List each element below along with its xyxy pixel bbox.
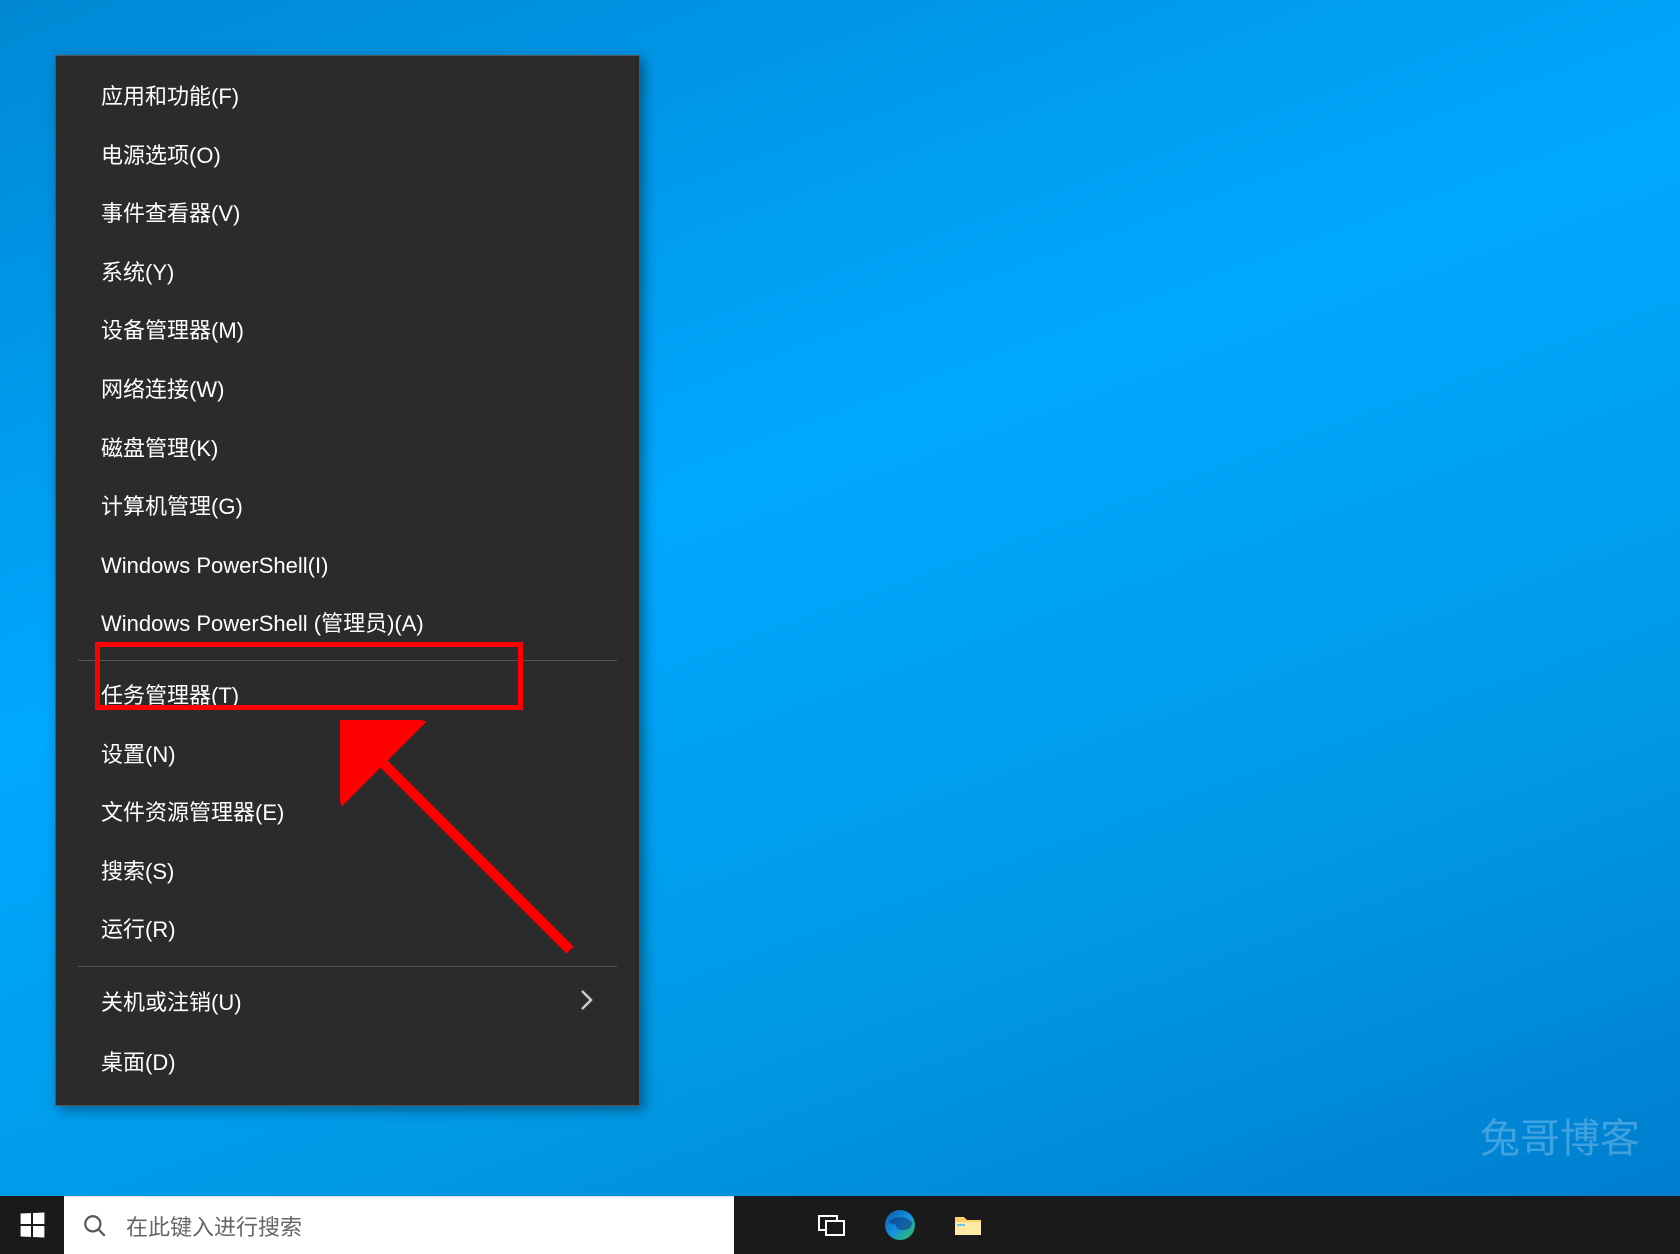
menu-item-label: 设置(N): [101, 741, 176, 770]
menu-item-powershell[interactable]: Windows PowerShell(I): [56, 537, 639, 596]
menu-item-label: 电源选项(O): [101, 142, 221, 171]
menu-item-disk-management[interactable]: 磁盘管理(K): [56, 420, 639, 479]
menu-item-label: 磁盘管理(K): [101, 435, 218, 464]
winx-context-menu: 应用和功能(F) 电源选项(O) 事件查看器(V) 系统(Y) 设备管理器(M)…: [55, 55, 640, 1106]
search-icon: [82, 1213, 108, 1239]
menu-item-label: 事件查看器(V): [101, 200, 240, 229]
menu-item-settings[interactable]: 设置(N): [56, 726, 639, 785]
menu-item-power-options[interactable]: 电源选项(O): [56, 127, 639, 186]
menu-item-label: Windows PowerShell (管理员)(A): [101, 610, 424, 639]
menu-item-label: 计算机管理(G): [101, 493, 243, 522]
menu-item-label: 网络连接(W): [101, 376, 224, 405]
chevron-right-icon: [580, 988, 594, 1019]
menu-item-label: 搜索(S): [101, 858, 174, 887]
edge-browser-button[interactable]: [866, 1196, 934, 1254]
taskbar: 在此键入进行搜索: [0, 1196, 1680, 1254]
menu-item-event-viewer[interactable]: 事件查看器(V): [56, 185, 639, 244]
search-placeholder-text: 在此键入进行搜索: [126, 1210, 302, 1242]
menu-item-run[interactable]: 运行(R): [56, 901, 639, 960]
menu-item-system[interactable]: 系统(Y): [56, 244, 639, 303]
menu-item-shutdown-signout[interactable]: 关机或注销(U): [56, 973, 639, 1034]
menu-item-label: 系统(Y): [101, 259, 174, 288]
taskbar-pinned-icons: [798, 1196, 1002, 1254]
menu-item-search[interactable]: 搜索(S): [56, 843, 639, 902]
menu-item-desktop[interactable]: 桌面(D): [56, 1034, 639, 1093]
menu-item-label: 应用和功能(F): [101, 83, 239, 112]
watermark-text: 兔哥博客: [1480, 1106, 1640, 1164]
task-view-button[interactable]: [798, 1196, 866, 1254]
file-explorer-button[interactable]: [934, 1196, 1002, 1254]
menu-item-label: 设备管理器(M): [101, 317, 244, 346]
menu-item-label: 运行(R): [101, 916, 176, 945]
menu-item-file-explorer[interactable]: 文件资源管理器(E): [56, 784, 639, 843]
menu-item-device-manager[interactable]: 设备管理器(M): [56, 302, 639, 361]
edge-icon: [883, 1208, 917, 1242]
menu-item-computer-management[interactable]: 计算机管理(G): [56, 478, 639, 537]
menu-item-apps-features[interactable]: 应用和功能(F): [56, 68, 639, 127]
windows-logo-icon: [21, 1212, 45, 1237]
menu-item-label: 文件资源管理器(E): [101, 799, 284, 828]
menu-item-label: Windows PowerShell(I): [101, 552, 328, 581]
menu-item-label: 桌面(D): [101, 1049, 176, 1078]
folder-icon: [952, 1209, 984, 1241]
start-button[interactable]: [0, 1196, 64, 1254]
menu-separator: [78, 660, 617, 661]
menu-item-task-manager[interactable]: 任务管理器(T): [56, 667, 639, 726]
menu-separator: [78, 966, 617, 967]
menu-item-powershell-admin[interactable]: Windows PowerShell (管理员)(A): [56, 595, 639, 654]
menu-item-label: 任务管理器(T): [101, 682, 239, 711]
menu-item-label: 关机或注销(U): [101, 989, 242, 1018]
menu-item-network-connections[interactable]: 网络连接(W): [56, 361, 639, 420]
taskbar-search-box[interactable]: 在此键入进行搜索: [64, 1196, 734, 1254]
task-view-icon: [817, 1210, 847, 1240]
